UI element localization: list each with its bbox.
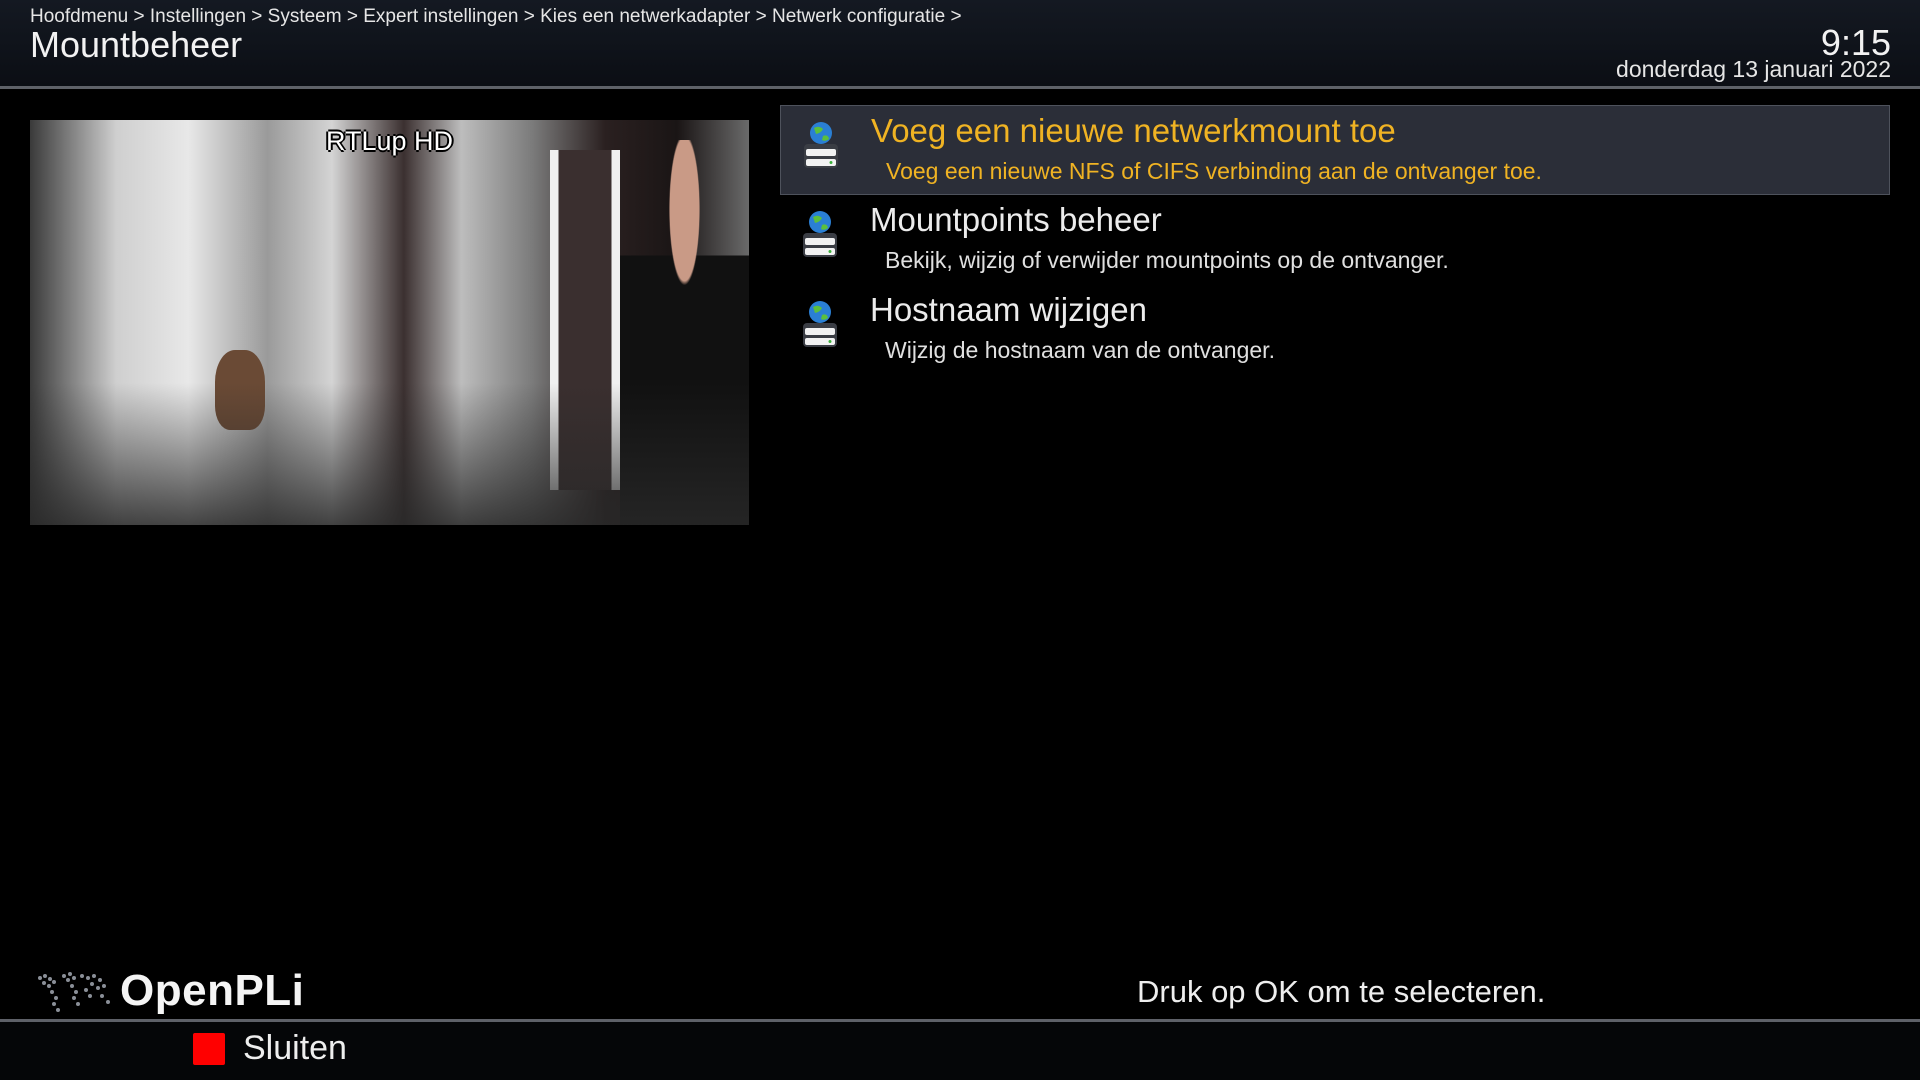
date: donderdag 13 januari 2022 — [1616, 56, 1891, 82]
menu-item-hostname[interactable]: Hostnaam wijzigen Wijzig de hostnaam van… — [780, 285, 1890, 375]
channel-name: RTLup HD — [325, 126, 454, 156]
logo-text: OpenPLi — [120, 966, 305, 1015]
menu-item-add-network-mount[interactable]: Voeg een nieuwe netwerkmount toe Voeg ee… — [780, 105, 1890, 195]
menu-item-description: Voeg een nieuwe NFS of CIFS verbinding a… — [886, 158, 1542, 184]
menu-item-title: Voeg een nieuwe netwerkmount toe — [871, 112, 1396, 149]
ok-hint: Druk op OK om te selecteren. — [1137, 974, 1546, 1009]
menu-item-title: Mountpoints beheer — [870, 201, 1162, 238]
video-frame-floor — [30, 383, 749, 525]
menu-item-description: Bekijk, wijzig of verwijder mountpoints … — [885, 247, 1449, 273]
menu-item-title: Hostnaam wijzigen — [870, 291, 1147, 328]
header-bar: Hoofdmenu > Instellingen > Systeem > Exp… — [0, 0, 1920, 89]
network-drive-icon — [804, 122, 838, 168]
close-button-label[interactable]: Sluiten — [243, 1029, 347, 1068]
network-drive-icon — [803, 211, 837, 257]
menu-item-mountpoints[interactable]: Mountpoints beheer Bekijk, wijzig of ver… — [780, 195, 1890, 285]
openpli-logo: OpenPLi — [34, 966, 324, 1016]
screen: Hoofdmenu > Instellingen > Systeem > Exp… — [0, 0, 1920, 1080]
network-drive-icon — [803, 301, 837, 347]
page-title: Mountbeheer — [30, 24, 243, 65]
menu-list: Voeg een nieuwe netwerkmount toe Voeg ee… — [780, 105, 1890, 375]
menu-item-description: Wijzig de hostnaam van de ontvanger. — [885, 337, 1275, 363]
red-button-icon[interactable] — [193, 1033, 225, 1065]
video-preview: RTLup HD — [30, 120, 749, 525]
world-map-dots-icon — [38, 972, 110, 1012]
